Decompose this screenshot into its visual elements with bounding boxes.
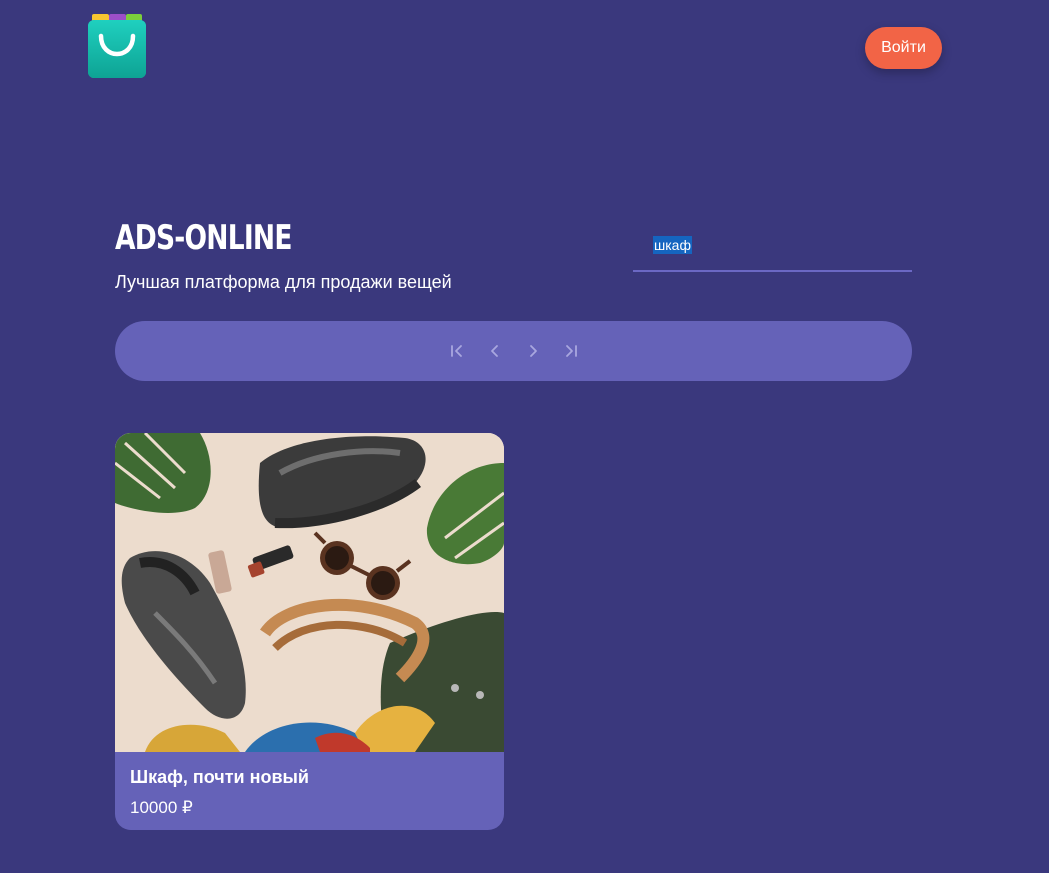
last-page-icon[interactable] <box>561 341 581 361</box>
listing-price: 10000 ₽ <box>130 798 193 817</box>
shopping-bag-icon[interactable] <box>88 14 146 78</box>
listing-card[interactable]: Шкаф, почти новый 10000 ₽ <box>115 433 504 830</box>
site-title: ADS-ONLINE <box>115 218 292 258</box>
first-page-icon[interactable] <box>447 341 467 361</box>
search-input[interactable]: шкаф <box>653 236 692 254</box>
next-page-icon[interactable] <box>523 341 543 361</box>
site-subtitle: Лучшая платформа для продажи вещей <box>115 272 452 292</box>
product-photo <box>115 433 504 752</box>
pagination-bar <box>115 321 912 381</box>
listing-title[interactable]: Шкаф, почти новый <box>130 767 309 788</box>
previous-page-icon[interactable] <box>485 341 505 361</box>
search-field[interactable]: шкаф <box>633 230 912 272</box>
login-button[interactable]: Войти <box>865 27 942 69</box>
